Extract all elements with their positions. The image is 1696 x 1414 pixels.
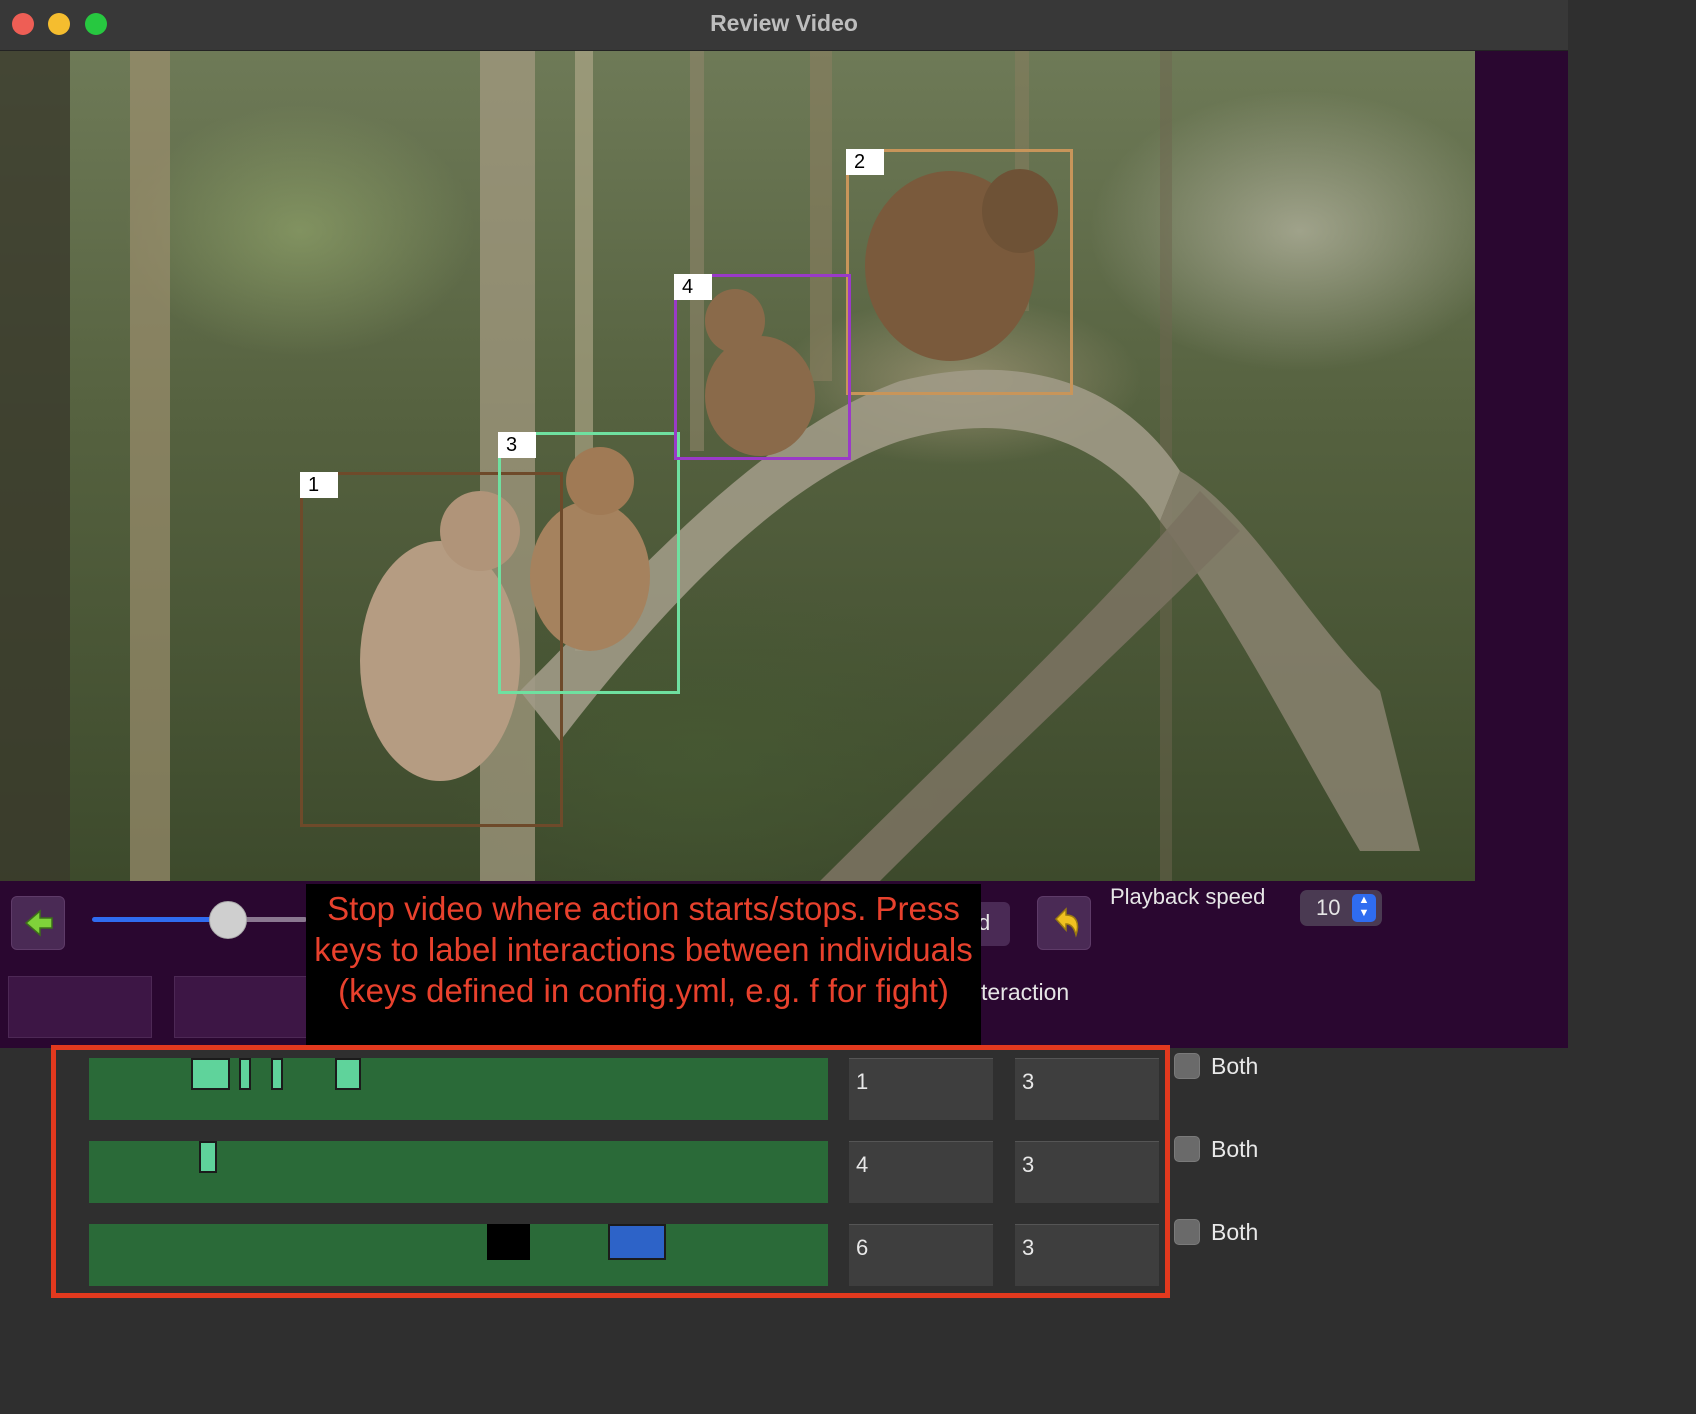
bounding-box-label: 3 bbox=[498, 432, 536, 458]
playback-speed-label: Playback speed bbox=[1110, 884, 1266, 909]
previous-frame-button[interactable] bbox=[11, 896, 65, 950]
label-panel-2 bbox=[174, 976, 308, 1038]
interaction-label: teraction bbox=[981, 979, 1070, 1005]
bounding-box-3: 3 bbox=[498, 432, 680, 694]
video-frame[interactable]: 1 2 3 4 bbox=[0, 51, 1475, 881]
bounding-box-label: 2 bbox=[846, 149, 884, 175]
bounding-box-label: 1 bbox=[300, 472, 338, 498]
both-label: Both bbox=[1211, 1053, 1259, 1079]
window-title: Review Video bbox=[710, 10, 858, 36]
timeline-slider-handle[interactable] bbox=[209, 901, 247, 939]
video-side-margin bbox=[1475, 51, 1568, 881]
both-checkbox[interactable] bbox=[1174, 1053, 1200, 1079]
highlight-annotation-box bbox=[51, 1045, 1170, 1298]
undo-arrow-icon bbox=[1054, 907, 1079, 938]
undo-button[interactable] bbox=[1037, 896, 1091, 950]
forest-scene-image bbox=[0, 51, 1420, 881]
both-label: Both bbox=[1211, 1136, 1259, 1162]
review-video-window: Review Video 1 2 3 4 d Playback speed 10… bbox=[0, 0, 1568, 1307]
bounding-box-4: 4 bbox=[674, 274, 851, 460]
bounding-box-2: 2 bbox=[846, 149, 1073, 395]
instruction-overlay: Stop video where action starts/stops. Pr… bbox=[306, 884, 981, 1056]
label-panel-1 bbox=[8, 976, 152, 1038]
both-checkbox[interactable] bbox=[1174, 1219, 1200, 1245]
both-label: Both bbox=[1211, 1219, 1259, 1245]
spinbox-arrows-icon[interactable]: ▲ ▼ bbox=[1352, 894, 1376, 922]
title-bar: Review Video bbox=[0, 0, 1568, 51]
both-checkbox[interactable] bbox=[1174, 1136, 1200, 1162]
arrow-left-icon bbox=[24, 909, 53, 937]
bounding-box-label: 4 bbox=[674, 274, 712, 300]
playback-speed-spinbox[interactable]: 10 ▲ ▼ bbox=[1300, 890, 1382, 926]
playback-speed-value: 10 bbox=[1316, 895, 1341, 920]
